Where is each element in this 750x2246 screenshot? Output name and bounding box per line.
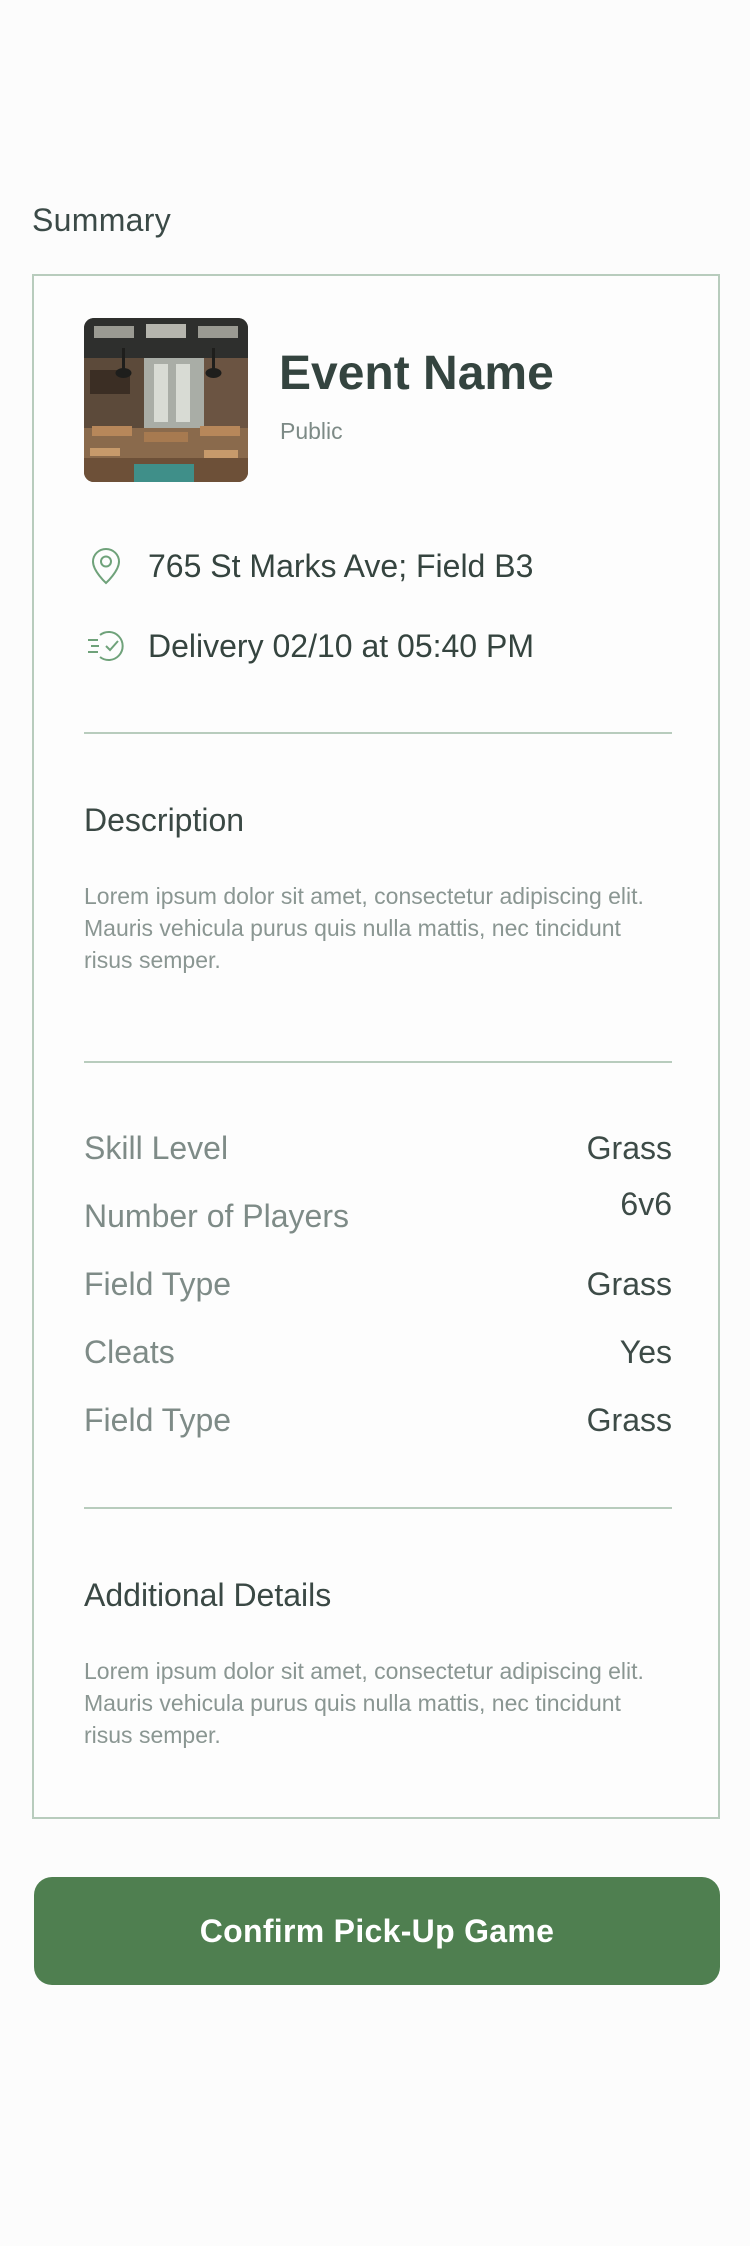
detail-label: Number of Players (84, 1198, 349, 1234)
summary-card: Event Name Public 765 St Marks Ave; Fiel… (32, 274, 720, 1819)
confirm-pickup-game-button[interactable]: Confirm Pick-Up Game (34, 1877, 720, 1985)
detail-row: Field Type Grass (84, 1402, 672, 1442)
map-pin-icon (84, 544, 128, 588)
detail-label: Skill Level (84, 1130, 229, 1166)
description-title: Description (84, 802, 245, 838)
event-privacy-label: Public (280, 418, 343, 444)
event-name: Event Name (279, 347, 554, 400)
additional-details-body: Lorem ipsum dolor sit amet, consectetur … (84, 1658, 644, 1748)
location-row: 765 St Marks Ave; Field B3 (84, 544, 533, 588)
event-image (84, 318, 248, 482)
summary-heading: Summary (32, 202, 172, 238)
detail-label: Field Type (84, 1402, 232, 1438)
detail-value: Yes (619, 1334, 672, 1370)
location-text: 765 St Marks Ave; Field B3 (148, 547, 534, 584)
fast-check-icon (84, 624, 128, 668)
detail-value: Grass (586, 1266, 672, 1302)
divider (84, 1061, 672, 1063)
description-body: Lorem ipsum dolor sit amet, consectetur … (84, 883, 644, 973)
detail-row: Field Type Grass (84, 1266, 672, 1306)
detail-label: Field Type (84, 1266, 232, 1302)
divider (84, 1507, 672, 1509)
detail-row: Cleats Yes (84, 1334, 672, 1374)
detail-row: Skill Level Grass (84, 1130, 672, 1170)
detail-label: Cleats (84, 1334, 175, 1370)
divider (84, 732, 672, 734)
detail-value: 6v6 (620, 1186, 672, 1222)
additional-details-title: Additional Details (84, 1577, 332, 1613)
detail-value: Grass (586, 1130, 672, 1166)
delivery-row: Delivery 02/10 at 05:40 PM (84, 624, 534, 668)
detail-row: Number of Players 6v6 (84, 1186, 672, 1238)
delivery-text: Delivery 02/10 at 05:40 PM (148, 627, 534, 664)
restaurant-photo (84, 318, 248, 482)
detail-value: Grass (586, 1402, 672, 1438)
